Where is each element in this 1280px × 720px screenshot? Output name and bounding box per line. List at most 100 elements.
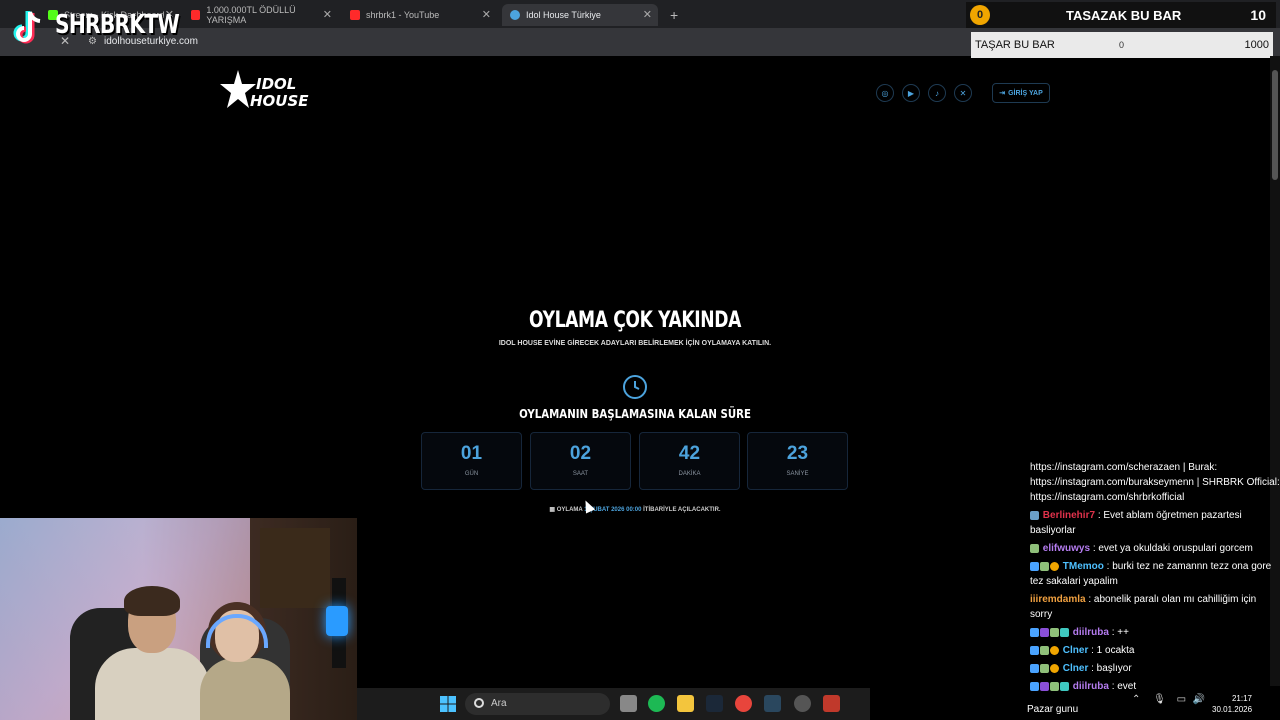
chat-username: elifwuwys	[1042, 543, 1091, 554]
close-tab-icon[interactable]: ✕	[323, 8, 332, 21]
countdown-minutes: 42 DAKİKA	[639, 432, 740, 490]
login-button[interactable]: ⇥ GİRİŞ YAP	[992, 83, 1050, 103]
chat-username: Clner	[1062, 663, 1089, 674]
file-explorer-icon[interactable]	[677, 695, 694, 712]
badge-icon	[1040, 561, 1049, 571]
weather-label[interactable]: Pazar gunu	[1027, 704, 1078, 715]
badge-icon	[1050, 561, 1059, 571]
progress-bar-label: TAŞAR BU BAR	[975, 39, 1055, 51]
badge-icon	[1040, 627, 1049, 637]
calendar-icon: ▦	[549, 507, 556, 513]
vote-open-note: ▦ OYLAMA 1 ŞUBAT 2026 00:00 İTİBARİYLE A…	[420, 506, 850, 513]
windows-taskbar: Ara	[0, 688, 1280, 720]
countdown-label: SAAT	[572, 471, 589, 477]
chat-message: Clner : başlıyor	[1030, 661, 1280, 676]
logo-text-idol: IDOL	[256, 75, 296, 93]
social-links: ◎ ▶ ♪ ✕	[876, 84, 972, 102]
taskbar-search[interactable]: Ara	[465, 693, 610, 715]
countdown-days: 01 GÜN	[421, 432, 522, 490]
app-icon[interactable]	[823, 695, 840, 712]
hero-subtitle: IDOL HOUSE EVİNE GİRECEK ADAYLARI BELİRL…	[498, 340, 772, 347]
tab-yarisma[interactable]: 1.000.000TL ÖDÜLLÜ YARIŞMA ✕	[183, 4, 338, 26]
task-view-icon[interactable]	[620, 695, 637, 712]
youtube-icon	[191, 10, 201, 20]
system-tray[interactable]: ⌃ 🎙 ▭ 🔊	[1132, 694, 1205, 705]
idol-house-favicon-icon	[510, 10, 520, 20]
tiktok-logo-icon	[13, 11, 41, 44]
clock-icon	[623, 375, 647, 399]
clock-date: 30.01.2026	[1212, 705, 1253, 714]
coin-counter: 0	[970, 5, 990, 25]
stream-chat: https://instagram.com/scherazaen | Burak…	[1030, 460, 1280, 700]
youtube-icon[interactable]: ▶	[902, 84, 920, 102]
steam-icon[interactable]	[706, 695, 723, 712]
chat-username: diilruba	[1072, 627, 1109, 638]
webcam-poster	[260, 528, 330, 608]
new-tab-button[interactable]: +	[662, 4, 686, 26]
chat-text: https://instagram.com/scherazaen | Burak…	[1030, 462, 1280, 503]
login-icon: ⇥	[999, 90, 1006, 97]
badge-icon	[1030, 543, 1039, 553]
streamer-hair	[124, 586, 180, 616]
tab-youtube[interactable]: shrbrk1 - YouTube ✕	[342, 4, 497, 26]
tab-idol-house[interactable]: Idol House Türkiye ✕	[502, 4, 658, 26]
tiktok-icon[interactable]: ♪	[928, 84, 946, 102]
progress-bar-max: 1000	[1244, 39, 1269, 51]
tab-label: Idol House Türkiye	[526, 10, 601, 20]
chat-message: diilruba : ++	[1030, 625, 1280, 640]
instagram-icon[interactable]: ◎	[876, 84, 894, 102]
badge-icon	[1050, 645, 1059, 655]
chat-message: TMemoo : burki tez ne zamannn tezz ona g…	[1030, 559, 1280, 589]
network-icon[interactable]: ▭	[1177, 694, 1186, 705]
tab-label: 1.000.000TL ÖDÜLLÜ YARIŞMA	[206, 5, 296, 25]
chrome-icon[interactable]	[735, 695, 752, 712]
countdown-value: 02	[569, 443, 592, 464]
obs-icon[interactable]	[794, 695, 811, 712]
countdown-value: 42	[678, 443, 701, 464]
volume-icon[interactable]: 🔊	[1193, 694, 1205, 705]
chat-message: Berlinehir7 : Evet ablam öğretmen pazart…	[1030, 508, 1280, 538]
chevron-up-icon[interactable]: ⌃	[1132, 694, 1140, 705]
windows-start-icon[interactable]	[440, 696, 456, 712]
login-label: GİRİŞ YAP	[1008, 89, 1043, 97]
countdown-hours: 02 SAAT	[530, 432, 631, 490]
bar-widget: 0 TASAZAK BU BAR 10 TAŞAR BU BAR 0 1000	[966, 0, 1280, 58]
chat-text: : ++	[1111, 627, 1129, 638]
close-tab-icon[interactable]: ✕	[643, 8, 652, 21]
countdown-label: DAKİKA	[678, 471, 701, 477]
badge-icon	[1030, 561, 1039, 571]
search-placeholder: Ara	[491, 698, 507, 709]
widget-header: 0 TASAZAK BU BAR 10	[966, 2, 1276, 28]
close-tab-icon[interactable]: ✕	[482, 8, 491, 21]
steam-icon-2[interactable]	[764, 695, 781, 712]
badge-icon	[1030, 510, 1039, 520]
progress-bar-min: 0	[1119, 40, 1125, 50]
badge-icon	[1030, 627, 1039, 637]
spotify-icon[interactable]	[648, 695, 665, 712]
badge-icon	[1030, 645, 1039, 655]
widget-title: TASAZAK BU BAR	[1066, 8, 1182, 23]
countdown-value: 23	[786, 443, 809, 464]
chat-username: iiiremdamla	[1030, 594, 1086, 605]
search-icon	[474, 698, 484, 708]
widget-count: 10	[1250, 7, 1266, 23]
chat-message: elifwuwys : evet ya okuldaki oruspulari …	[1030, 541, 1280, 556]
idol-house-logo[interactable]: IDOL HOUSE	[220, 68, 350, 118]
chat-text: : başlıyor	[1091, 663, 1132, 674]
taskbar-clock[interactable]: 21:17 30.01.2026	[1212, 693, 1252, 715]
chat-username: TMemoo	[1062, 561, 1104, 572]
hero-title: OYLAMA ÇOK YAKINDA	[528, 308, 742, 333]
scrollbar-thumb[interactable]	[1272, 70, 1278, 180]
badge-icon	[1030, 663, 1039, 673]
tab-label: shrbrk1 - YouTube	[366, 10, 440, 20]
mic-icon[interactable]: 🎙	[1153, 694, 1166, 705]
x-icon[interactable]: ✕	[954, 84, 972, 102]
microphone-light	[326, 606, 348, 636]
logo-text-house: HOUSE	[250, 92, 309, 110]
youtube-icon	[350, 10, 360, 20]
chat-text: : evet ya okuldaki oruspulari gorcem	[1092, 543, 1253, 554]
countdown-label: SANİYE	[786, 471, 809, 477]
countdown-label: GÜN	[464, 471, 479, 477]
note-suffix: İTİBARİYLE AÇILACAKTIR.	[643, 507, 721, 513]
chat-username: Berlinehir7	[1042, 510, 1096, 521]
